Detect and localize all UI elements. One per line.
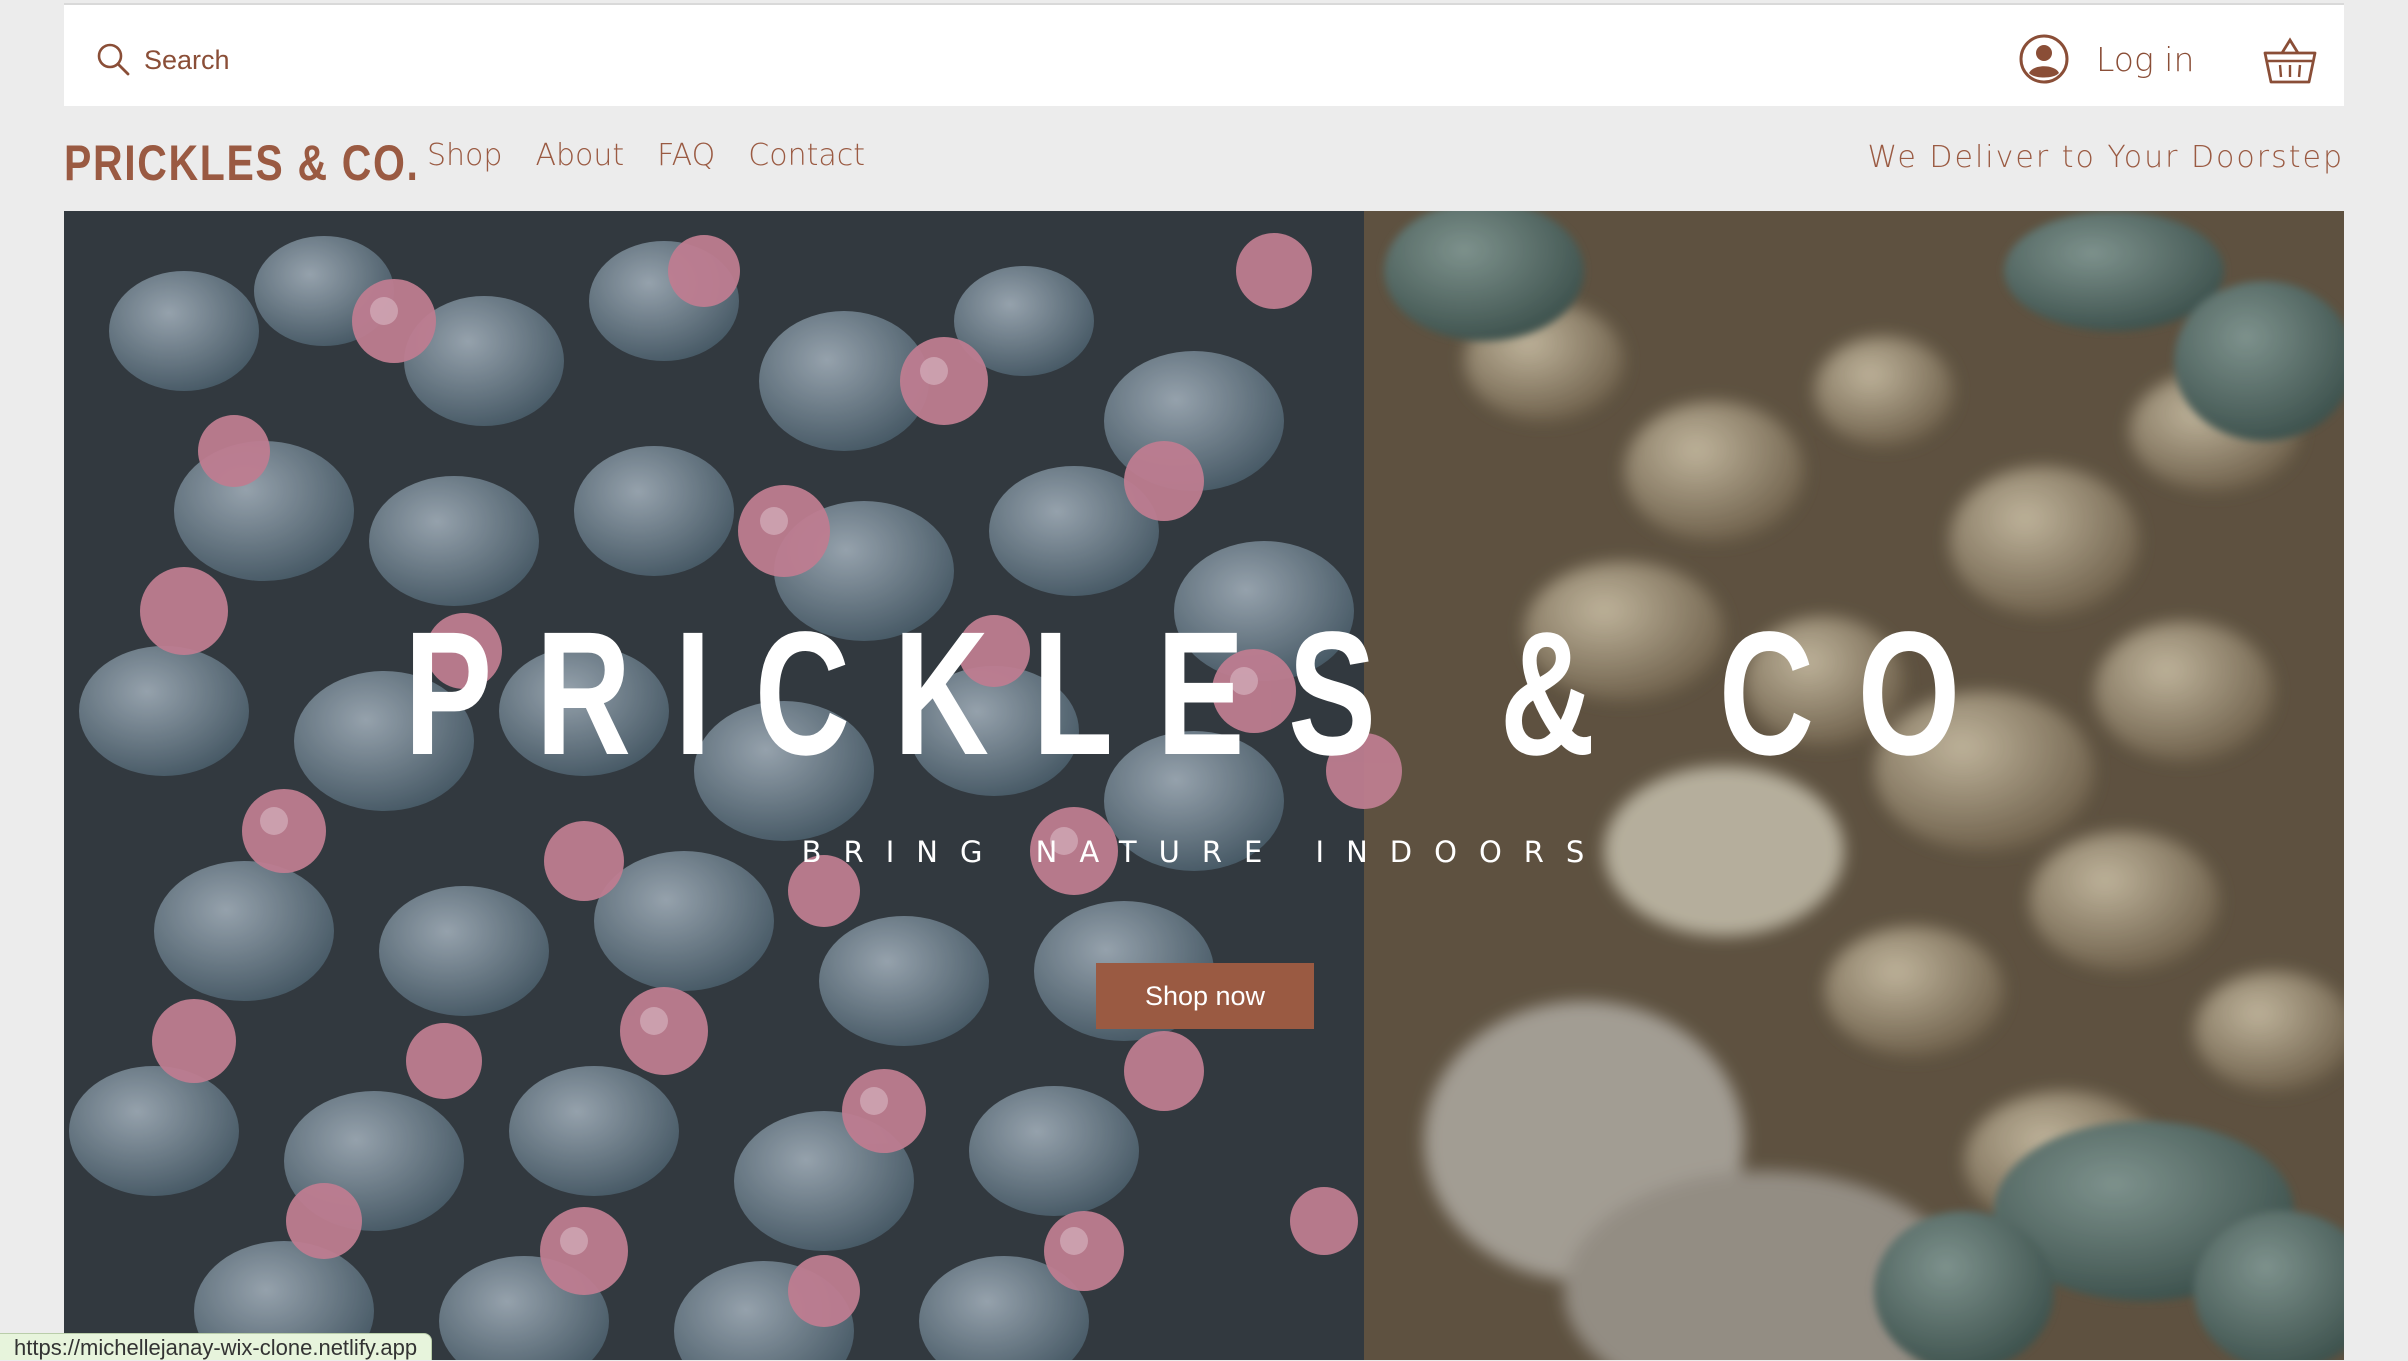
login-button[interactable]: Log in	[2018, 31, 2194, 87]
nav-item-shop[interactable]: Shop	[427, 138, 502, 173]
user-icon	[2019, 34, 2069, 84]
nav-menu: Shop About FAQ Contact	[427, 138, 898, 173]
top-bar: Search Log in	[64, 3, 2344, 106]
browser-status-url: https://michellejanay-wix-clone.netlify.…	[0, 1333, 433, 1360]
nav-item-contact[interactable]: Contact	[748, 138, 865, 173]
nav-item-about[interactable]: About	[535, 138, 624, 173]
delivery-tagline: We Deliver to Your Doorstep	[1867, 140, 2344, 175]
main-navigation: PRICKLES & CO. Shop About FAQ Contact We…	[0, 106, 2408, 212]
cart-icon[interactable]	[2262, 35, 2318, 87]
search-label: Search	[144, 44, 230, 75]
login-label: Log in	[2096, 39, 2195, 79]
shop-now-button[interactable]: Shop now	[1096, 963, 1314, 1029]
search-icon	[97, 43, 130, 76]
brand-logo[interactable]: PRICKLES & CO.	[64, 134, 420, 192]
hero-banner: PRICKLES & CO BRING NATURE INDOORS Shop …	[64, 211, 2344, 1360]
hero-title: PRICKLES & CO	[404, 596, 2004, 792]
nav-item-faq[interactable]: FAQ	[657, 138, 715, 173]
hero-subtitle: BRING NATURE INDOORS	[801, 835, 1607, 869]
search-button[interactable]: Search	[94, 35, 230, 85]
